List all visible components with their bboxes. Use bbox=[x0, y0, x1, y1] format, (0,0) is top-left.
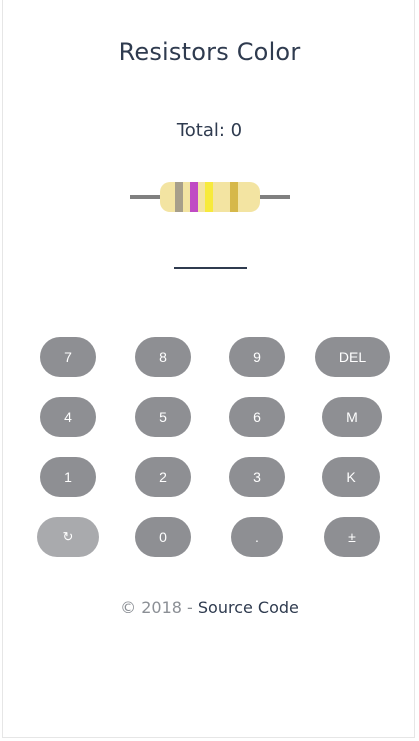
total-value: Total: 0 bbox=[176, 120, 243, 141]
resistor-band-4 bbox=[230, 182, 238, 212]
key-1[interactable]: 1 bbox=[40, 457, 96, 497]
delete-button[interactable]: DEL bbox=[315, 337, 390, 377]
decimal-point-button[interactable]: . bbox=[231, 517, 283, 557]
key-6[interactable]: 6 bbox=[229, 397, 285, 437]
key-7[interactable]: 7 bbox=[40, 337, 96, 377]
input-display-underline bbox=[174, 267, 247, 269]
copyright-text: © 2018 - bbox=[120, 598, 198, 617]
tolerance-button[interactable]: ± bbox=[324, 517, 380, 557]
key-0[interactable]: 0 bbox=[135, 517, 191, 557]
key-5[interactable]: 5 bbox=[135, 397, 191, 437]
kilo-multiplier-button[interactable]: K bbox=[322, 457, 380, 497]
mega-multiplier-button[interactable]: M bbox=[322, 397, 382, 437]
source-code-link[interactable]: Source Code bbox=[198, 598, 299, 617]
reset-button[interactable]: ↻ bbox=[37, 517, 99, 557]
resistor-band-1 bbox=[175, 182, 183, 212]
key-8[interactable]: 8 bbox=[135, 337, 191, 377]
resistor-band-3 bbox=[205, 182, 213, 212]
refresh-icon: ↻ bbox=[62, 529, 74, 544]
page-title: Resistors Color bbox=[118, 38, 301, 66]
footer: © 2018 - Source Code bbox=[0, 598, 419, 617]
key-9[interactable]: 9 bbox=[229, 337, 285, 377]
key-4[interactable]: 4 bbox=[40, 397, 96, 437]
key-2[interactable]: 2 bbox=[135, 457, 191, 497]
resistor-graphic bbox=[130, 182, 290, 212]
resistor-band-2 bbox=[190, 182, 198, 212]
key-3[interactable]: 3 bbox=[229, 457, 285, 497]
